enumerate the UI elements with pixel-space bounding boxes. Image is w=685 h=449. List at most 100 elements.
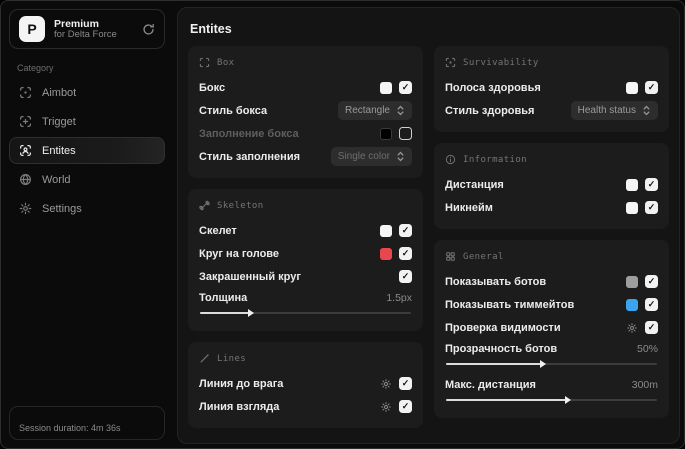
brand-card: P Premium for Delta Force xyxy=(9,9,165,49)
sidebar-item-trigget[interactable]: Trigget xyxy=(9,108,165,135)
show-bots-color-swatch[interactable] xyxy=(626,275,638,288)
setting-label: Показывать ботов xyxy=(445,275,547,288)
show-teammates-color-swatch[interactable] xyxy=(626,298,638,311)
visibility-check-checkbox[interactable] xyxy=(645,321,658,334)
page-title: Entites xyxy=(190,22,232,36)
sidebar-item-aimbot[interactable]: Aimbot xyxy=(9,79,165,106)
setting-label: Скелет xyxy=(199,224,237,237)
focus-icon xyxy=(445,57,456,68)
filled-circle-checkbox[interactable] xyxy=(399,270,412,283)
enemy-line-checkbox[interactable] xyxy=(399,377,412,390)
distance-color-swatch[interactable] xyxy=(626,178,638,191)
selected-value: Single color xyxy=(337,151,390,162)
skeleton-checkbox[interactable] xyxy=(399,224,412,237)
setting-label: Показывать тиммейтов xyxy=(445,298,575,311)
thickness-slider[interactable] xyxy=(200,308,411,318)
head-circle-checkbox[interactable] xyxy=(399,247,412,260)
box-checkbox[interactable] xyxy=(399,81,412,94)
setting-label: Макс. дистанция xyxy=(445,378,536,391)
setting-row-max-distance: Макс. дистанция 300m xyxy=(445,375,658,394)
nickname-checkbox[interactable] xyxy=(645,201,658,214)
distance-checkbox[interactable] xyxy=(645,178,658,191)
box-fill-color-swatch[interactable] xyxy=(380,127,392,140)
setting-label: Толщина xyxy=(199,291,248,304)
health-bar-checkbox[interactable] xyxy=(645,81,658,94)
setting-row-nickname: Никнейм xyxy=(445,196,658,219)
sync-icon[interactable] xyxy=(142,23,155,36)
setting-label: Стиль заполнения xyxy=(199,150,301,163)
max-distance-slider[interactable] xyxy=(446,395,657,405)
skeleton-card: Skeleton Скелет Круг на голове xyxy=(188,189,423,331)
setting-label: Бокс xyxy=(199,81,226,94)
setting-row-head-circle: Круг на голове xyxy=(199,242,412,265)
gear-icon xyxy=(19,202,32,215)
visibility-gear-icon[interactable] xyxy=(626,322,638,334)
sidebar-item-settings[interactable]: Settings xyxy=(9,195,165,222)
general-card: General Показывать ботов Показывать тимм… xyxy=(434,240,669,418)
line-settings-gear-icon[interactable] xyxy=(380,378,392,390)
session-duration-card: Session duration: 4m 36s xyxy=(9,406,165,440)
setting-label: Проверка видимости xyxy=(445,321,561,334)
bot-opacity-slider[interactable] xyxy=(446,359,657,369)
setting-label: Заполнение бокса xyxy=(199,127,299,140)
skeleton-color-swatch[interactable] xyxy=(380,224,392,237)
chevron-up-down-icon xyxy=(396,105,405,116)
box-color-swatch[interactable] xyxy=(380,81,392,94)
card-header-label: Skeleton xyxy=(217,200,264,211)
thickness-value: 1.5px xyxy=(386,291,412,304)
app-window: P Premium for Delta Force Category Aimbo… xyxy=(0,0,685,449)
head-circle-color-swatch[interactable] xyxy=(380,247,392,260)
lines-card: Lines Линия до врага ✓ Линия взгляда ✓ xyxy=(188,342,423,428)
show-bots-checkbox[interactable] xyxy=(645,275,658,288)
sidebar: P Premium for Delta Force Category Aimbo… xyxy=(1,1,173,448)
setting-label: Стиль здоровья xyxy=(445,104,535,117)
setting-row-thickness: Толщина 1.5px xyxy=(199,288,412,307)
box-scan-icon xyxy=(199,57,210,68)
brand-text: Premium for Delta Force xyxy=(54,18,133,41)
setting-row-bot-opacity: Прозрачность ботов 50% xyxy=(445,339,658,358)
setting-row-health-bar: Полоса здоровья xyxy=(445,76,658,99)
line-settings-gear-icon[interactable] xyxy=(380,401,392,413)
show-teammates-checkbox[interactable] xyxy=(645,298,658,311)
sidebar-item-label: Aimbot xyxy=(42,86,77,99)
setting-label: Полоса здоровья xyxy=(445,81,541,94)
setting-label: Линия до врага xyxy=(199,377,284,390)
setting-row-box: Бокс xyxy=(199,76,412,99)
sidebar-item-label: Entites xyxy=(42,144,76,157)
right-column: Survivability Полоса здоровья Стиль здор… xyxy=(434,46,669,428)
setting-row-health-style: Стиль здоровья Health status xyxy=(445,99,658,122)
max-distance-value: 300m xyxy=(631,378,658,391)
box-fill-checkbox[interactable] xyxy=(399,127,412,140)
box-card: Box Бокс Стиль бокса Rectangle xyxy=(188,46,423,178)
setting-label: Закрашенный круг xyxy=(199,270,301,283)
selected-value: Rectangle xyxy=(344,105,390,116)
view-line-checkbox[interactable] xyxy=(399,400,412,413)
health-bar-color-swatch[interactable] xyxy=(626,81,638,94)
setting-row-distance: Дистанция xyxy=(445,173,658,196)
lines-card-header: Lines xyxy=(199,353,412,364)
setting-row-enemy-line: Линия до врага xyxy=(199,372,412,395)
chevron-up-down-icon xyxy=(396,151,405,162)
health-style-select[interactable]: Health status xyxy=(570,101,658,120)
person-scan-icon xyxy=(19,144,32,157)
survivability-card-header: Survivability xyxy=(445,57,658,68)
bone-icon xyxy=(199,200,210,211)
setting-label: Прозрачность ботов xyxy=(445,342,558,355)
setting-row-box-fill: Заполнение бокса xyxy=(199,122,412,145)
skeleton-card-header: Skeleton xyxy=(199,200,412,211)
setting-row-skeleton: Скелет xyxy=(199,219,412,242)
category-label: Category xyxy=(17,63,54,73)
setting-label: Стиль бокса xyxy=(199,104,268,117)
main-panel: Entites Box Бокс ✓ Стиль бокса Rectangle… xyxy=(177,7,680,444)
sidebar-item-entites[interactable]: Entites xyxy=(9,137,165,164)
nickname-color-swatch[interactable] xyxy=(626,201,638,214)
information-card-header: Information xyxy=(445,154,658,165)
sidebar-item-world[interactable]: World xyxy=(9,166,165,193)
box-style-select[interactable]: Rectangle xyxy=(337,101,412,120)
brand-title: Premium xyxy=(54,17,99,30)
fill-style-select[interactable]: Single color xyxy=(330,147,412,166)
setting-row-visibility-check: Проверка видимости xyxy=(445,316,658,339)
setting-label: Дистанция xyxy=(445,178,504,191)
box-card-header: Box xyxy=(199,57,412,68)
setting-row-fill-style: Стиль заполнения Single color xyxy=(199,145,412,168)
